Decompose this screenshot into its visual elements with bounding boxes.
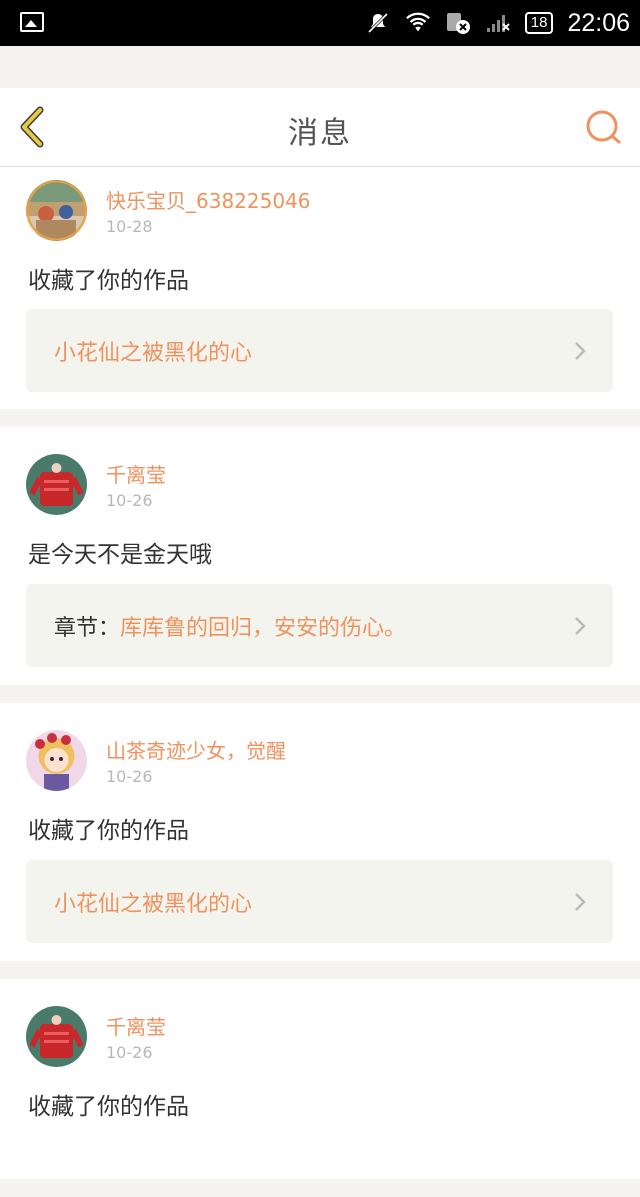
message-item[interactable]: 山茶奇迹少女，觉醒 10-26 收藏了你的作品 小花仙之被黑化的心	[0, 703, 640, 961]
avatar[interactable]	[26, 180, 87, 241]
message-text: 收藏了你的作品	[28, 1094, 189, 1120]
work-title: 小花仙之被黑化的心	[54, 891, 253, 917]
mute-icon	[365, 11, 391, 35]
work-link[interactable]: 小花仙之被黑化的心	[26, 309, 613, 392]
sim-icon	[445, 11, 471, 35]
chapter-label: 章节：	[54, 615, 121, 641]
message-item[interactable]: 千离莹 10-26 收藏了你的作品	[0, 979, 640, 1179]
chevron-right-icon	[575, 893, 586, 911]
app-header: 消息	[0, 88, 640, 167]
avatar[interactable]	[26, 454, 87, 515]
page-title: 消息	[288, 116, 352, 151]
avatar[interactable]	[26, 730, 87, 791]
status-icons: 18 22:06	[365, 8, 630, 38]
message-date: 10-26	[106, 1043, 153, 1062]
message-text: 收藏了你的作品	[28, 818, 189, 844]
work-title: 小花仙之被黑化的心	[54, 340, 253, 366]
user-name[interactable]: 山茶奇迹少女，觉醒	[106, 735, 286, 764]
message-date: 10-26	[106, 491, 153, 510]
message-text: 是今天不是金天哦	[28, 542, 212, 568]
user-name[interactable]: 快乐宝贝_638225046	[106, 185, 311, 214]
signal-icon	[485, 11, 511, 35]
message-list[interactable]: 快乐宝贝_638225046 10-28 收藏了你的作品 小花仙之被黑化的心 千…	[0, 167, 640, 1197]
message-date: 10-28	[106, 217, 153, 236]
avatar[interactable]	[26, 1006, 87, 1067]
message-text: 收藏了你的作品	[28, 268, 189, 294]
chevron-right-icon	[575, 342, 586, 360]
work-link[interactable]: 小花仙之被黑化的心	[26, 860, 613, 943]
message-date: 10-26	[106, 767, 153, 786]
message-item[interactable]: 千离莹 10-26 是今天不是金天哦 章节： 库库鲁的回归，安安的伤心。	[0, 427, 640, 685]
image-icon	[20, 12, 44, 32]
message-item[interactable]: 快乐宝贝_638225046 10-28 收藏了你的作品 小花仙之被黑化的心	[0, 167, 640, 409]
chevron-right-icon	[575, 617, 586, 635]
battery-icon: 18	[524, 12, 554, 34]
chapter-link[interactable]: 章节： 库库鲁的回归，安安的伤心。	[26, 584, 613, 667]
wifi-icon	[405, 11, 431, 35]
user-name[interactable]: 千离莹	[106, 459, 166, 488]
search-button[interactable]	[584, 108, 624, 148]
search-icon	[586, 110, 621, 144]
clock: 22:06	[567, 8, 630, 37]
chapter-title: 库库鲁的回归，安安的伤心。	[120, 615, 407, 641]
user-name[interactable]: 千离莹	[106, 1011, 166, 1040]
status-bar: 18 22:06	[0, 0, 640, 46]
